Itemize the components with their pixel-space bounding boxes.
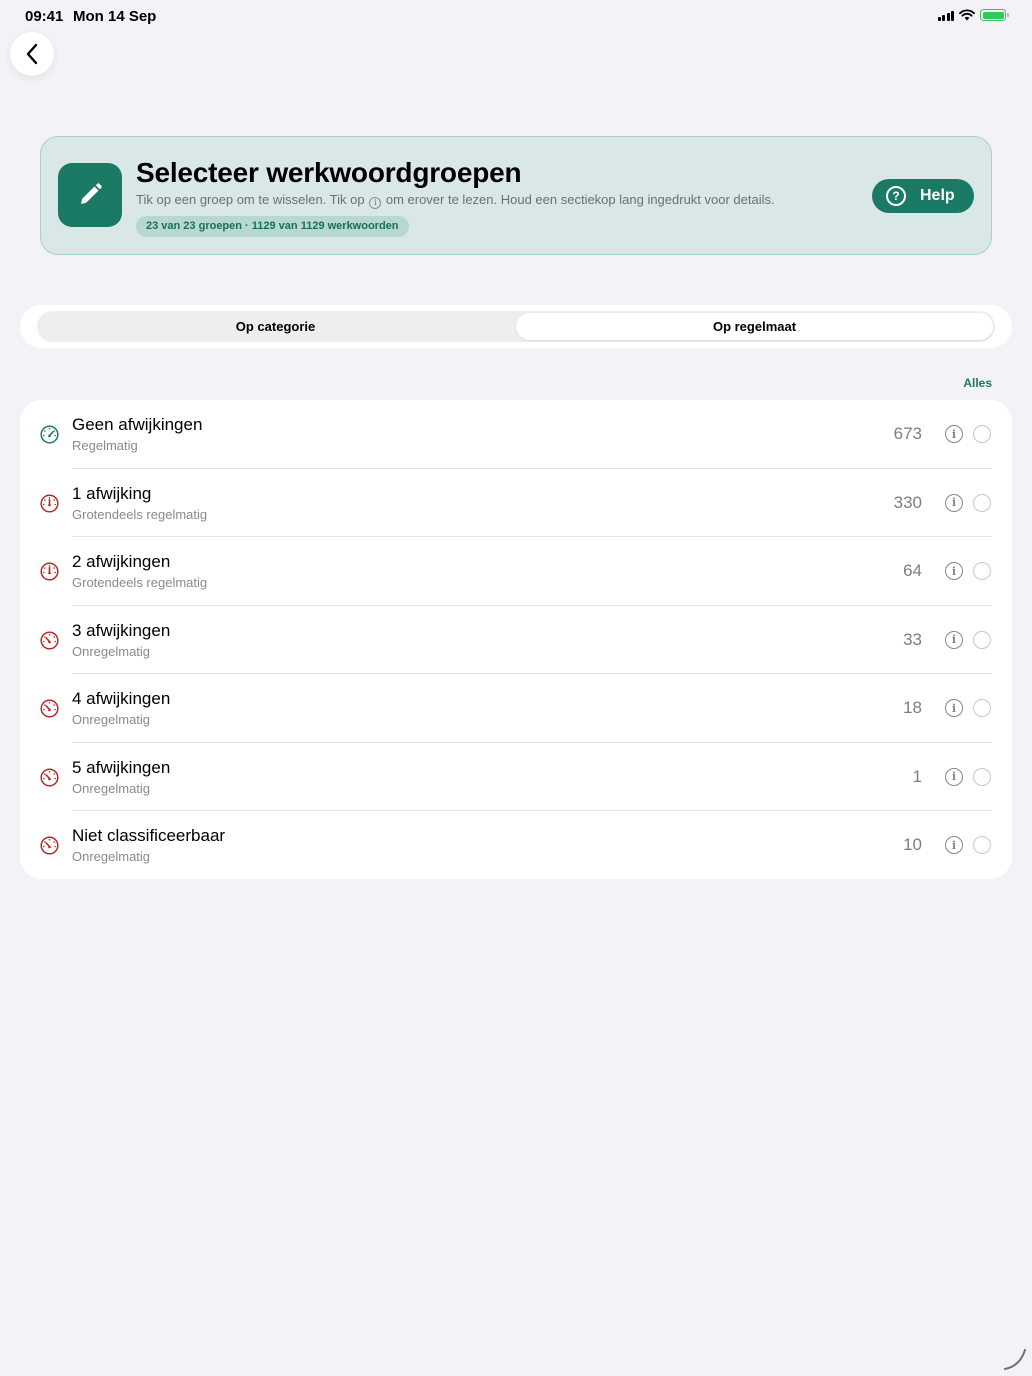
gauge-high-icon bbox=[40, 630, 59, 650]
status-date: Mon 14 Sep bbox=[73, 8, 157, 25]
status-time: 09:41 bbox=[25, 8, 64, 25]
selection-checkbox[interactable] bbox=[973, 630, 991, 649]
select-all-button[interactable]: Alles bbox=[963, 376, 992, 390]
group-title: 2 afwijkingen bbox=[72, 552, 171, 571]
selection-checkbox[interactable] bbox=[973, 836, 991, 854]
wifi-icon bbox=[959, 9, 975, 21]
gauge-high-icon bbox=[40, 836, 59, 855]
gauge-mid-icon bbox=[40, 493, 59, 513]
help-label: Help bbox=[920, 187, 955, 204]
battery-icon bbox=[980, 9, 1009, 21]
group-subtitle: Grotendeels regelmatig bbox=[72, 575, 208, 590]
gauge-mid-icon bbox=[40, 562, 59, 581]
group-subtitle: Onregelmatig bbox=[72, 849, 151, 864]
verb-count: 330 bbox=[893, 492, 922, 512]
page-title: Selecteer werkwoordgroepen bbox=[136, 157, 522, 188]
list-item[interactable]: 1 afwijking Grotendeels regelmatig 330 i bbox=[20, 469, 1012, 537]
pencil-icon bbox=[58, 163, 122, 227]
verb-count: 1 bbox=[912, 766, 922, 786]
group-subtitle: Regelmatig bbox=[72, 438, 138, 453]
group-subtitle: Onregelmatig bbox=[72, 643, 151, 659]
verb-count: 64 bbox=[903, 561, 922, 580]
list-item[interactable]: Niet classificeerbaar Onregelmatig 10 i bbox=[20, 811, 1012, 879]
status-bar: 09:41 Mon 14 Sep bbox=[0, 0, 1032, 32]
info-icon[interactable]: i bbox=[945, 699, 963, 717]
segment-track: Op categorie Op regelmaat bbox=[37, 311, 995, 342]
group-title: 5 afwijkingen bbox=[72, 757, 171, 777]
subtitle-text-before: Tik op een groep om te wisselen. Tik op bbox=[136, 192, 365, 207]
header-subtitle: Tik op een groep om te wisselen. Tik op … bbox=[136, 192, 775, 209]
list-item[interactable]: 2 afwijkingen Grotendeels regelmatig 64 i bbox=[20, 537, 1012, 606]
group-title: 1 afwijking bbox=[72, 483, 152, 503]
selection-checkbox[interactable] bbox=[973, 699, 991, 717]
group-title: 3 afwijkingen bbox=[72, 620, 171, 640]
list-item[interactable]: 5 afwijkingen Onregelmatig 1 i bbox=[20, 743, 1012, 811]
cellular-signal-icon bbox=[937, 10, 954, 21]
list-item[interactable]: 3 afwijkingen Onregelmatig 33 i bbox=[20, 606, 1012, 674]
selection-checkbox[interactable] bbox=[973, 493, 991, 512]
subtitle-text-after: om erover te lezen. Houd een sectiekop l… bbox=[385, 192, 775, 207]
selection-checkbox[interactable] bbox=[973, 425, 991, 443]
question-mark-icon: ? bbox=[886, 186, 906, 206]
gauge-low-icon bbox=[40, 425, 59, 444]
verb-count: 673 bbox=[893, 424, 922, 443]
group-title: 4 afwijkingen bbox=[72, 689, 171, 708]
group-subtitle: Onregelmatig bbox=[72, 712, 151, 727]
list-item[interactable]: Geen afwijkingen Regelmatig 673 i bbox=[20, 400, 1012, 469]
help-button[interactable]: ? Help bbox=[872, 179, 974, 213]
grouping-segmented-control: Op categorie Op regelmaat bbox=[20, 305, 1012, 348]
info-icon[interactable]: i bbox=[945, 836, 963, 854]
resize-handle-icon bbox=[1004, 1349, 1026, 1370]
chevron-left-icon bbox=[26, 43, 38, 65]
info-icon[interactable]: i bbox=[945, 493, 963, 512]
verb-count: 18 bbox=[903, 698, 922, 717]
group-title: Geen afwijkingen bbox=[72, 415, 203, 434]
selection-checkbox[interactable] bbox=[973, 767, 991, 786]
info-icon[interactable]: i bbox=[945, 425, 963, 443]
list-item[interactable]: 4 afwijkingen Onregelmatig 18 i bbox=[20, 674, 1012, 743]
info-icon[interactable]: i bbox=[945, 630, 963, 649]
gauge-high-icon bbox=[40, 699, 59, 718]
header-card: Selecteer werkwoordgroepen Tik op een gr… bbox=[40, 136, 992, 255]
segment-by-regularity[interactable]: Op regelmaat bbox=[516, 313, 993, 340]
verb-count: 10 bbox=[903, 835, 922, 854]
gauge-high-icon bbox=[40, 767, 59, 787]
info-icon[interactable]: i bbox=[945, 767, 963, 786]
group-subtitle: Grotendeels regelmatig bbox=[72, 506, 208, 522]
inline-info-icon: i bbox=[369, 197, 382, 209]
group-subtitle: Onregelmatig bbox=[72, 780, 151, 796]
status-icons bbox=[937, 9, 1009, 21]
verb-group-list: Geen afwijkingen Regelmatig 673 i 1 afwijkin… bbox=[20, 400, 1012, 879]
info-icon[interactable]: i bbox=[945, 562, 963, 580]
back-button[interactable] bbox=[10, 32, 54, 76]
segment-by-category[interactable]: Op categorie bbox=[37, 311, 514, 342]
selection-checkbox[interactable] bbox=[973, 562, 991, 580]
verb-count: 33 bbox=[903, 629, 922, 649]
group-title: Niet classificeerbaar bbox=[72, 826, 226, 845]
selection-count-badge: 23 van 23 groepen · 1129 van 1129 werkwo… bbox=[136, 216, 409, 237]
